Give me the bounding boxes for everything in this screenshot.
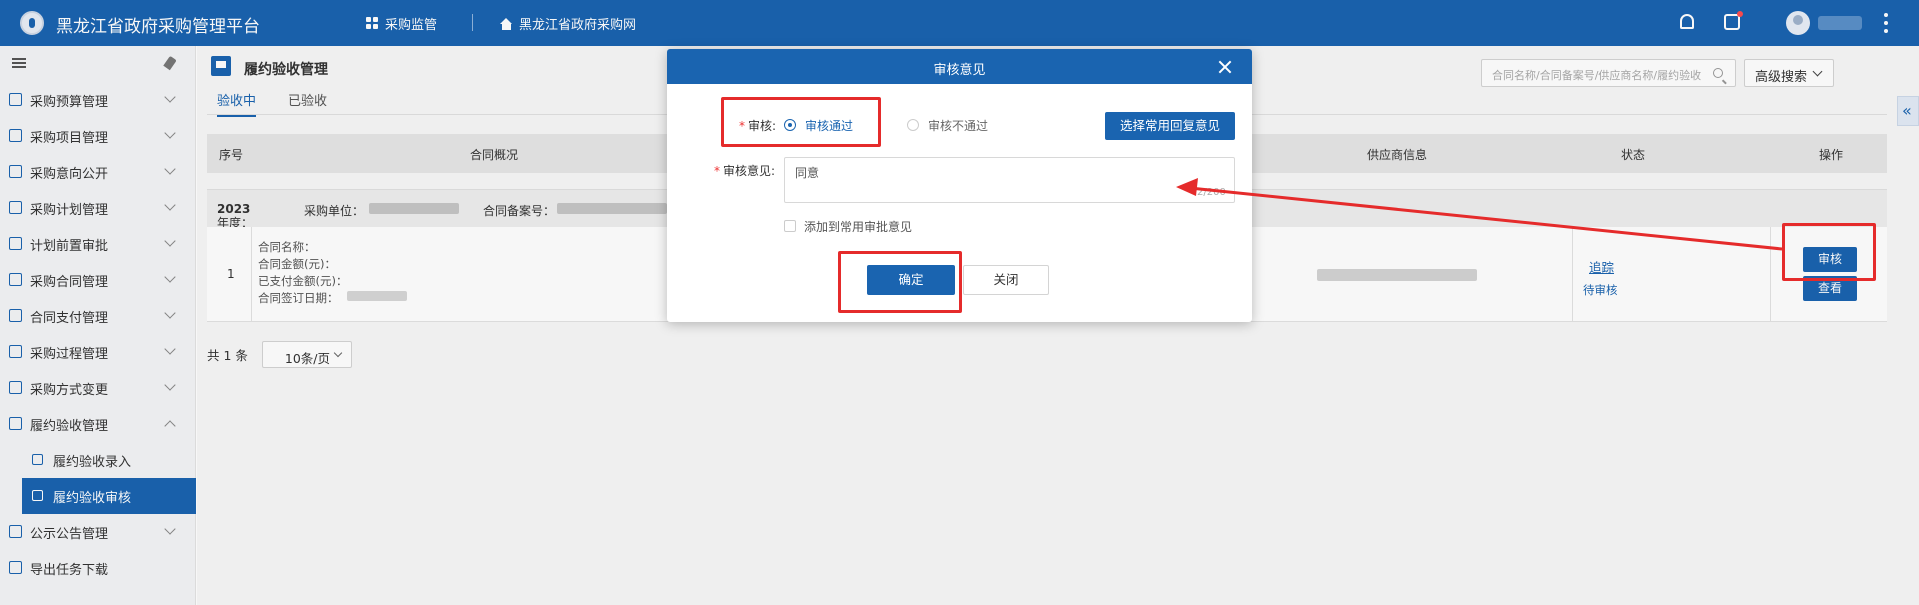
annotation-arrow [1176,178,1783,251]
